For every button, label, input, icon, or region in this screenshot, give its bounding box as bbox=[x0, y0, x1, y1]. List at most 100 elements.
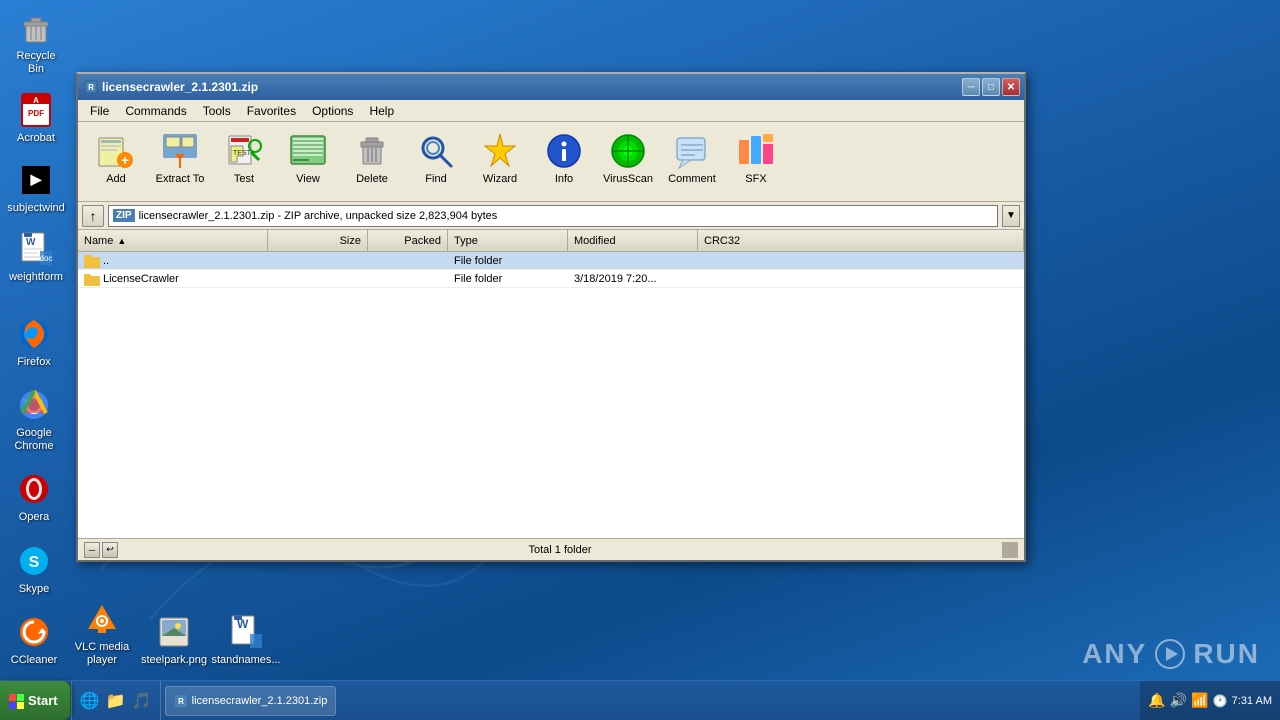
svg-text:TEST: TEST bbox=[233, 150, 252, 157]
toolbar-delete-label: Delete bbox=[356, 173, 388, 185]
toolbar-wizard-button[interactable]: Wizard bbox=[470, 126, 530, 198]
svg-text:+: + bbox=[121, 152, 129, 168]
desktop-icon-chrome[interactable]: Google Chrome bbox=[2, 381, 66, 457]
desktop-icon-firefox[interactable]: Firefox bbox=[2, 310, 66, 373]
svg-text:R: R bbox=[88, 83, 94, 92]
desktop-icon-subjectwind[interactable]: ▶ subjectwind bbox=[4, 156, 68, 219]
comment-icon bbox=[673, 132, 711, 170]
maximize-button[interactable]: □ bbox=[982, 78, 1000, 96]
toolbar-extract-button[interactable]: Extract To bbox=[150, 126, 210, 198]
sfx-icon bbox=[737, 132, 775, 170]
taskbar-time: 7:31 AM bbox=[1232, 695, 1272, 707]
toolbar: + Add Extract To bbox=[78, 122, 1024, 202]
file-size-licensecrawler bbox=[268, 278, 368, 280]
toolbar-view-button[interactable]: View bbox=[278, 126, 338, 198]
address-path: ZIP licensecrawler_2.1.2301.zip - ZIP ar… bbox=[108, 205, 998, 227]
file-crc32-parent bbox=[698, 260, 1024, 262]
desktop-icon-skype[interactable]: S Skype bbox=[2, 537, 66, 600]
anyrun-run-text: RUN bbox=[1193, 638, 1260, 670]
toolbar-find-label: Find bbox=[425, 173, 446, 185]
acrobat-icon: A PDF bbox=[18, 92, 54, 128]
anyrun-play-icon bbox=[1155, 639, 1185, 669]
toolbar-test-button[interactable]: TEST Test bbox=[214, 126, 274, 198]
drive-buttons: ─ ↩ bbox=[84, 542, 118, 558]
close-button[interactable]: ✕ bbox=[1002, 78, 1020, 96]
menu-help[interactable]: Help bbox=[361, 102, 402, 120]
menu-bar: File Commands Tools Favorites Options He… bbox=[78, 100, 1024, 122]
skype-label: Skype bbox=[19, 583, 50, 596]
col-header-crc32[interactable]: CRC32 bbox=[698, 230, 1024, 251]
file-type-licensecrawler: File folder bbox=[448, 272, 568, 286]
weightform-label: weightform bbox=[9, 271, 63, 284]
col-header-size[interactable]: Size bbox=[268, 230, 368, 251]
up-directory-button[interactable]: ↑ bbox=[82, 205, 104, 227]
window-controls: ─ □ ✕ bbox=[962, 78, 1020, 96]
toolbar-virusscan-button[interactable]: VirusScan bbox=[598, 126, 658, 198]
svg-text:S: S bbox=[29, 554, 40, 571]
toolbar-sfx-label: SFX bbox=[745, 173, 766, 185]
svg-text:▶: ▶ bbox=[30, 171, 43, 187]
file-modified-parent bbox=[568, 260, 698, 262]
taskbar-tray: 🔔 🔊 📶 🕐 7:31 AM bbox=[1140, 681, 1280, 720]
svg-text:W: W bbox=[26, 237, 36, 248]
window-titlebar: R licensecrawler_2.1.2301.zip ─ □ ✕ bbox=[78, 74, 1024, 100]
toolbar-delete-button[interactable]: Delete bbox=[342, 126, 402, 198]
desktop-icon-steelpark[interactable]: steelpark.png bbox=[142, 608, 206, 671]
address-dropdown-button[interactable]: ▼ bbox=[1002, 205, 1020, 227]
toolbar-extract-label: Extract To bbox=[156, 173, 205, 185]
desktop-icon-vlc[interactable]: VLC media player bbox=[70, 595, 134, 671]
desktop-icon-ccleaner[interactable]: CCleaner bbox=[2, 608, 66, 671]
file-row-parent[interactable]: .. File folder bbox=[78, 252, 1024, 270]
desktop-icon-weightform[interactable]: W doc weightform bbox=[4, 225, 68, 288]
tray-icon-notification[interactable]: 🔔 bbox=[1148, 692, 1165, 709]
col-header-name[interactable]: Name ▲ bbox=[78, 230, 268, 251]
recycle-bin-icon bbox=[18, 10, 54, 46]
drive-btn-1[interactable]: ─ bbox=[84, 542, 100, 558]
toolbar-comment-button[interactable]: Comment bbox=[662, 126, 722, 198]
menu-favorites[interactable]: Favorites bbox=[239, 102, 304, 120]
desktop-icon-recycle-bin[interactable]: Recycle Bin bbox=[4, 4, 68, 80]
taskbar: Start 🌐 📁 🎵 R licensecrawler_2.1.2301.zi… bbox=[0, 680, 1280, 720]
toolbar-add-button[interactable]: + Add bbox=[86, 126, 146, 198]
resize-grip[interactable] bbox=[1002, 542, 1018, 558]
tray-icon-network[interactable]: 📶 bbox=[1191, 692, 1208, 709]
delete-icon bbox=[353, 132, 391, 170]
steelpark-icon bbox=[156, 614, 192, 650]
menu-tools[interactable]: Tools bbox=[195, 102, 239, 120]
anyrun-text: ANY bbox=[1082, 638, 1147, 670]
menu-commands[interactable]: Commands bbox=[117, 102, 194, 120]
file-row-licensecrawler[interactable]: LicenseCrawler File folder 3/18/2019 7:2… bbox=[78, 270, 1024, 288]
col-header-modified[interactable]: Modified bbox=[568, 230, 698, 251]
desktop-icon-opera[interactable]: Opera bbox=[2, 465, 66, 528]
svg-text:PDF: PDF bbox=[28, 109, 44, 118]
toolbar-wizard-label: Wizard bbox=[483, 173, 517, 185]
address-path-text: licensecrawler_2.1.2301.zip - ZIP archiv… bbox=[139, 210, 498, 222]
col-header-packed[interactable]: Packed bbox=[368, 230, 448, 251]
drive-btn-2[interactable]: ↩ bbox=[102, 542, 118, 558]
desktop-icons-top: Recycle Bin A PDF Acrobat ▶ subjectwind bbox=[2, 4, 70, 288]
column-headers: Name ▲ Size Packed Type Modified CRC32 bbox=[78, 230, 1024, 252]
file-packed-parent bbox=[368, 260, 448, 262]
toolbar-virusscan-label: VirusScan bbox=[603, 173, 653, 185]
desktop-icon-acrobat[interactable]: A PDF Acrobat bbox=[4, 86, 68, 149]
desktop-icon-standnames[interactable]: W standnames... bbox=[214, 608, 278, 671]
col-header-type[interactable]: Type bbox=[448, 230, 568, 251]
ql-media-icon[interactable]: 🎵 bbox=[130, 689, 154, 713]
firefox-icon bbox=[16, 316, 52, 352]
toolbar-sfx-button[interactable]: SFX bbox=[726, 126, 786, 198]
start-button[interactable]: Start bbox=[0, 681, 71, 720]
virusscan-icon bbox=[609, 132, 647, 170]
taskbar-winrar-item[interactable]: R licensecrawler_2.1.2301.zip bbox=[165, 686, 337, 716]
ql-folder-icon[interactable]: 📁 bbox=[104, 689, 128, 713]
menu-options[interactable]: Options bbox=[304, 102, 361, 120]
find-icon bbox=[417, 132, 455, 170]
menu-file[interactable]: File bbox=[82, 102, 117, 120]
minimize-button[interactable]: ─ bbox=[962, 78, 980, 96]
tray-icon-volume[interactable]: 🔊 bbox=[1170, 692, 1187, 709]
file-modified-licensecrawler: 3/18/2019 7:20... bbox=[568, 272, 698, 286]
tray-icon-clock[interactable]: 🕐 bbox=[1213, 694, 1228, 708]
toolbar-find-button[interactable]: Find bbox=[406, 126, 466, 198]
wizard-icon bbox=[481, 132, 519, 170]
ql-ie-icon[interactable]: 🌐 bbox=[78, 689, 102, 713]
toolbar-info-button[interactable]: Info bbox=[534, 126, 594, 198]
